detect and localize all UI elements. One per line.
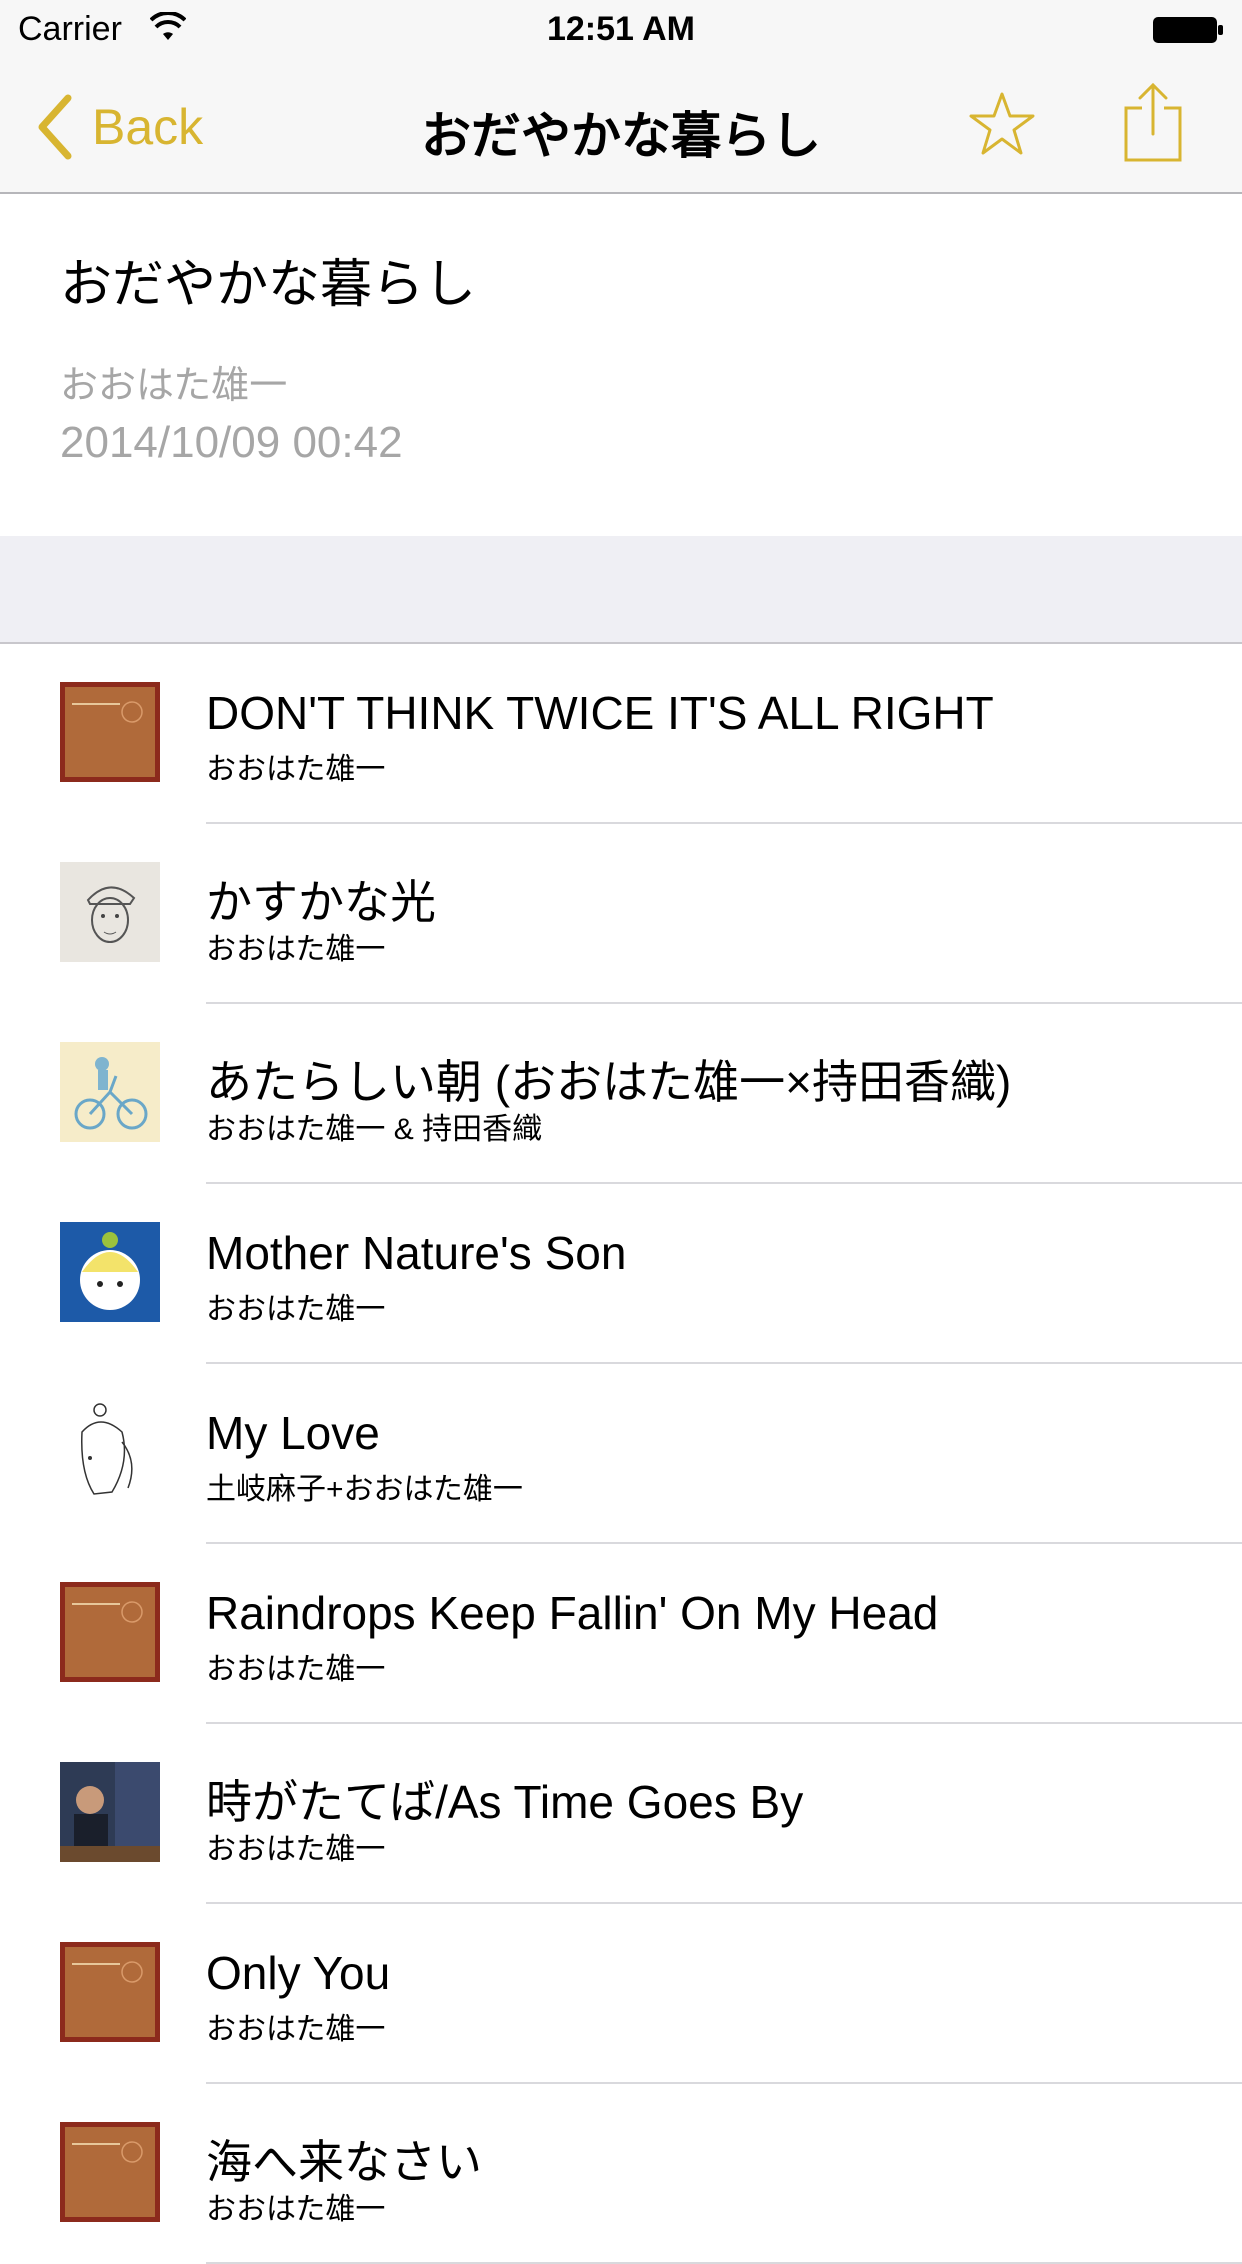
section-divider [0,536,1242,644]
album-art-apple-head-character [60,1222,160,1322]
song-artist: おおはた雄一 [206,1653,386,1686]
album-art-music-shop-photo [60,1762,160,1862]
song-title: あたらしい朝 (おおはた雄一×持田香織) [206,1056,1012,1108]
album-art-line-drawing [60,1402,160,1502]
album-art-sketch-portrait [60,862,160,962]
song-artist: おおはた雄一 [206,2013,386,2046]
album-art-bicycle-illustration [60,1042,160,1142]
song-row[interactable]: DON'T THINK TWICE IT'S ALL RIGHT おおはた雄一 [0,644,1242,824]
song-row[interactable]: あたらしい朝 (おおはた雄一×持田香織) おおはた雄一 & 持田香織 [0,1004,1242,1184]
song-row[interactable]: かすかな光 おおはた雄一 [0,824,1242,1004]
song-title: 海へ来なさい [206,2136,482,2188]
song-title: My Love [206,1407,380,1459]
battery-icon [1153,17,1223,43]
song-artist: おおはた雄一 & 持田香織 [206,1113,543,1146]
song-row[interactable]: Only You おおはた雄一 [0,1904,1242,2084]
song-row[interactable]: 海へ来なさい おおはた雄一 [0,2084,1242,2264]
album-art-brown-cover [60,682,160,782]
song-title: Only You [206,1947,391,1999]
playlist-date: 2014/10/09 00:42 [60,418,403,467]
navigation-header: Carrier 12:51 AM Back おだやかな暮らし [0,0,1242,194]
song-row[interactable]: My Love 土岐麻子+おおはた雄一 [0,1364,1242,1544]
favorite-star-icon[interactable] [968,90,1036,158]
song-title: Raindrops Keep Fallin' On My Head [206,1587,939,1639]
playlist-author: おおはた雄一 [60,365,288,407]
song-artist: おおはた雄一 [206,1293,386,1326]
song-title: 時がたてば/As Time Goes By [206,1776,804,1828]
status-time: 12:51 AM [546,10,696,48]
song-row[interactable]: Mother Nature's Son おおはた雄一 [0,1184,1242,1364]
album-art-brown-cover [60,2122,160,2222]
song-title: かすかな光 [206,876,436,928]
song-title: DON'T THINK TWICE IT'S ALL RIGHT [206,687,994,739]
song-artist: おおはた雄一 [206,933,386,966]
song-row[interactable]: 時がたてば/As Time Goes By おおはた雄一 [0,1724,1242,1904]
album-art-brown-cover [60,1942,160,2042]
song-list: DON'T THINK TWICE IT'S ALL RIGHT おおはた雄一 … [0,644,1242,2264]
album-art-brown-cover [60,1582,160,1682]
share-icon[interactable] [1122,82,1184,164]
song-artist: おおはた雄一 [206,1833,386,1866]
page-title: おだやかな暮らし [421,108,821,164]
song-title: Mother Nature's Son [206,1227,627,1279]
song-artist: おおはた雄一 [206,753,386,786]
playlist-title: おだやかな暮らし [60,256,477,314]
song-artist: おおはた雄一 [206,2193,386,2226]
status-bar: Carrier 12:51 AM [0,0,1242,60]
song-row[interactable]: Raindrops Keep Fallin' On My Head おおはた雄一 [0,1544,1242,1724]
playlist-info: おだやかな暮らし おおはた雄一 2014/10/09 00:42 [0,194,1242,536]
song-artist: 土岐麻子+おおはた雄一 [206,1473,523,1506]
